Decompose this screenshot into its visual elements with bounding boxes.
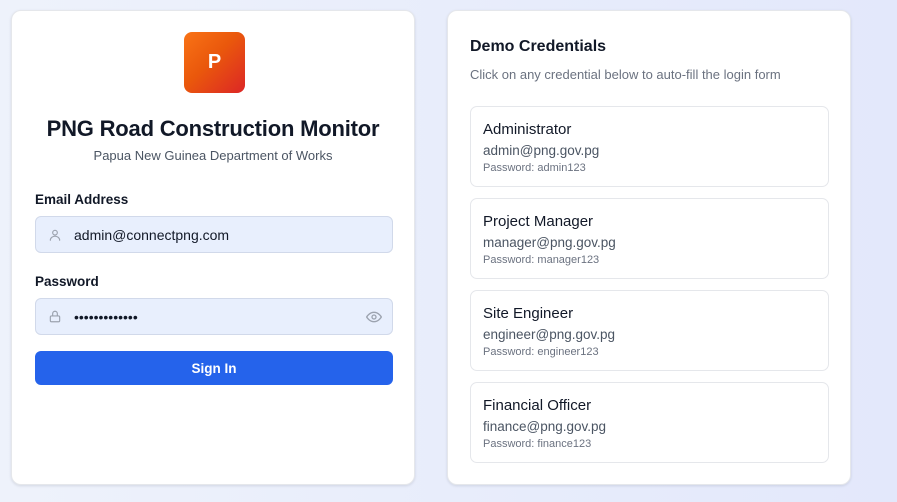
app-logo: P bbox=[184, 32, 245, 93]
credential-site-engineer[interactable]: Site Engineer engineer@png.gov.pg Passwo… bbox=[470, 290, 829, 371]
credential-role: Financial Officer bbox=[483, 397, 592, 414]
credential-email: manager@png.gov.pg bbox=[483, 235, 616, 250]
password-input[interactable] bbox=[74, 308, 356, 325]
email-field[interactable] bbox=[35, 216, 393, 253]
eye-icon[interactable] bbox=[356, 309, 392, 325]
credential-email: engineer@png.gov.pg bbox=[483, 327, 616, 342]
password-label: Password bbox=[35, 274, 99, 289]
lock-icon bbox=[36, 309, 74, 324]
credential-role: Project Manager bbox=[483, 213, 594, 230]
demo-credentials-card: Demo Credentials Click on any credential… bbox=[447, 10, 851, 485]
demo-title: Demo Credentials bbox=[470, 38, 607, 55]
credential-project-manager[interactable]: Project Manager manager@png.gov.pg Passw… bbox=[470, 198, 829, 279]
credential-password: Password: finance123 bbox=[483, 438, 592, 450]
credential-email: admin@png.gov.pg bbox=[483, 143, 600, 158]
logo-letter: P bbox=[207, 51, 222, 73]
credential-financial-officer[interactable]: Financial Officer finance@png.gov.pg Pas… bbox=[470, 382, 829, 463]
credential-role: Site Engineer bbox=[483, 305, 574, 322]
email-label: Email Address bbox=[35, 192, 129, 207]
page-subtitle: Papua New Guinea Department of Works bbox=[93, 148, 333, 163]
credential-password: Password: engineer123 bbox=[483, 346, 599, 358]
credential-password: Password: manager123 bbox=[483, 254, 600, 266]
demo-subtitle: Click on any credential below to auto-fi… bbox=[470, 67, 781, 82]
user-icon bbox=[36, 228, 74, 242]
credential-administrator[interactable]: Administrator admin@png.gov.pg Password:… bbox=[470, 106, 829, 187]
login-card: P PNG Road Construction Monitor Papua Ne… bbox=[11, 10, 415, 485]
email-input[interactable] bbox=[74, 226, 392, 243]
credential-email: finance@png.gov.pg bbox=[483, 419, 607, 434]
password-field[interactable] bbox=[35, 298, 393, 335]
credential-role: Administrator bbox=[483, 121, 572, 138]
sign-in-button[interactable]: Sign In bbox=[35, 351, 393, 385]
credential-password: Password: admin123 bbox=[483, 162, 586, 174]
page-title: PNG Road Construction Monitor bbox=[46, 116, 380, 141]
